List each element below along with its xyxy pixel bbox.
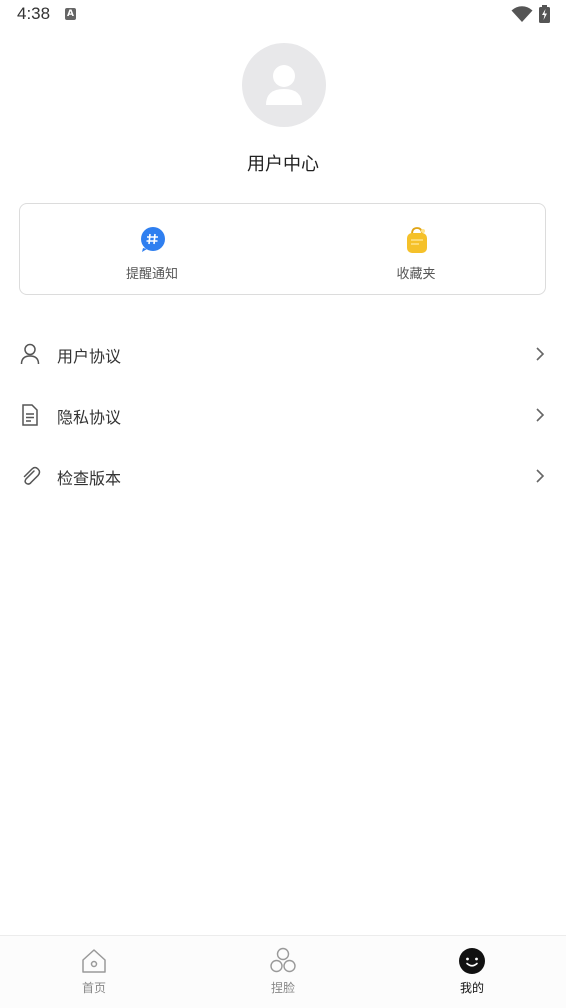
tab-label: 捏脸 — [270, 981, 295, 995]
status-time: 4:38 — [17, 4, 51, 23]
tab-face[interactable]: 捏脸 — [233, 936, 333, 1008]
document-icon — [22, 404, 38, 426]
notification-shortcut[interactable]: 提醒通知 — [82, 204, 222, 296]
smiley-face-icon — [459, 948, 485, 974]
menu-label: 用户协议 — [57, 347, 122, 366]
user-avatar[interactable] — [242, 43, 326, 127]
wifi-icon — [511, 6, 533, 22]
notification-label: 提醒通知 — [125, 267, 178, 282]
user-avatar-icon — [266, 65, 302, 105]
menu-item-privacy-agreement[interactable]: 隐私协议 — [0, 385, 566, 445]
menu-label: 隐私协议 — [57, 408, 122, 427]
menu-item-check-version[interactable]: 检查版本 — [0, 446, 566, 506]
status-bar: 4:38 A — [0, 0, 566, 30]
tab-mine[interactable]: 我的 — [422, 936, 522, 1008]
battery-charging-icon — [539, 5, 550, 23]
home-icon — [82, 949, 106, 973]
tab-home[interactable]: 首页 — [44, 936, 144, 1008]
hashtag-notice-icon — [141, 227, 165, 252]
shopping-bag-icon — [407, 227, 427, 253]
paperclip-icon — [23, 466, 41, 485]
shortcut-card: 提醒通知 收藏夹 — [19, 203, 546, 295]
chevron-right-icon — [536, 408, 545, 422]
page-title: 用户中心 — [247, 154, 319, 175]
a-icon: A — [65, 8, 76, 20]
person-icon — [20, 343, 40, 365]
chevron-right-icon — [536, 469, 545, 483]
bottom-tab-bar: 首页 捏脸 我的 — [0, 935, 566, 1008]
menu-label: 检查版本 — [57, 469, 122, 488]
tab-label: 首页 — [81, 981, 106, 995]
tab-label: 我的 — [459, 981, 484, 995]
menu-item-user-agreement[interactable]: 用户协议 — [0, 324, 566, 384]
favorites-label: 收藏夹 — [396, 267, 436, 282]
chevron-right-icon — [536, 347, 545, 361]
favorites-shortcut[interactable]: 收藏夹 — [346, 204, 486, 296]
circles-icon — [270, 947, 296, 973]
